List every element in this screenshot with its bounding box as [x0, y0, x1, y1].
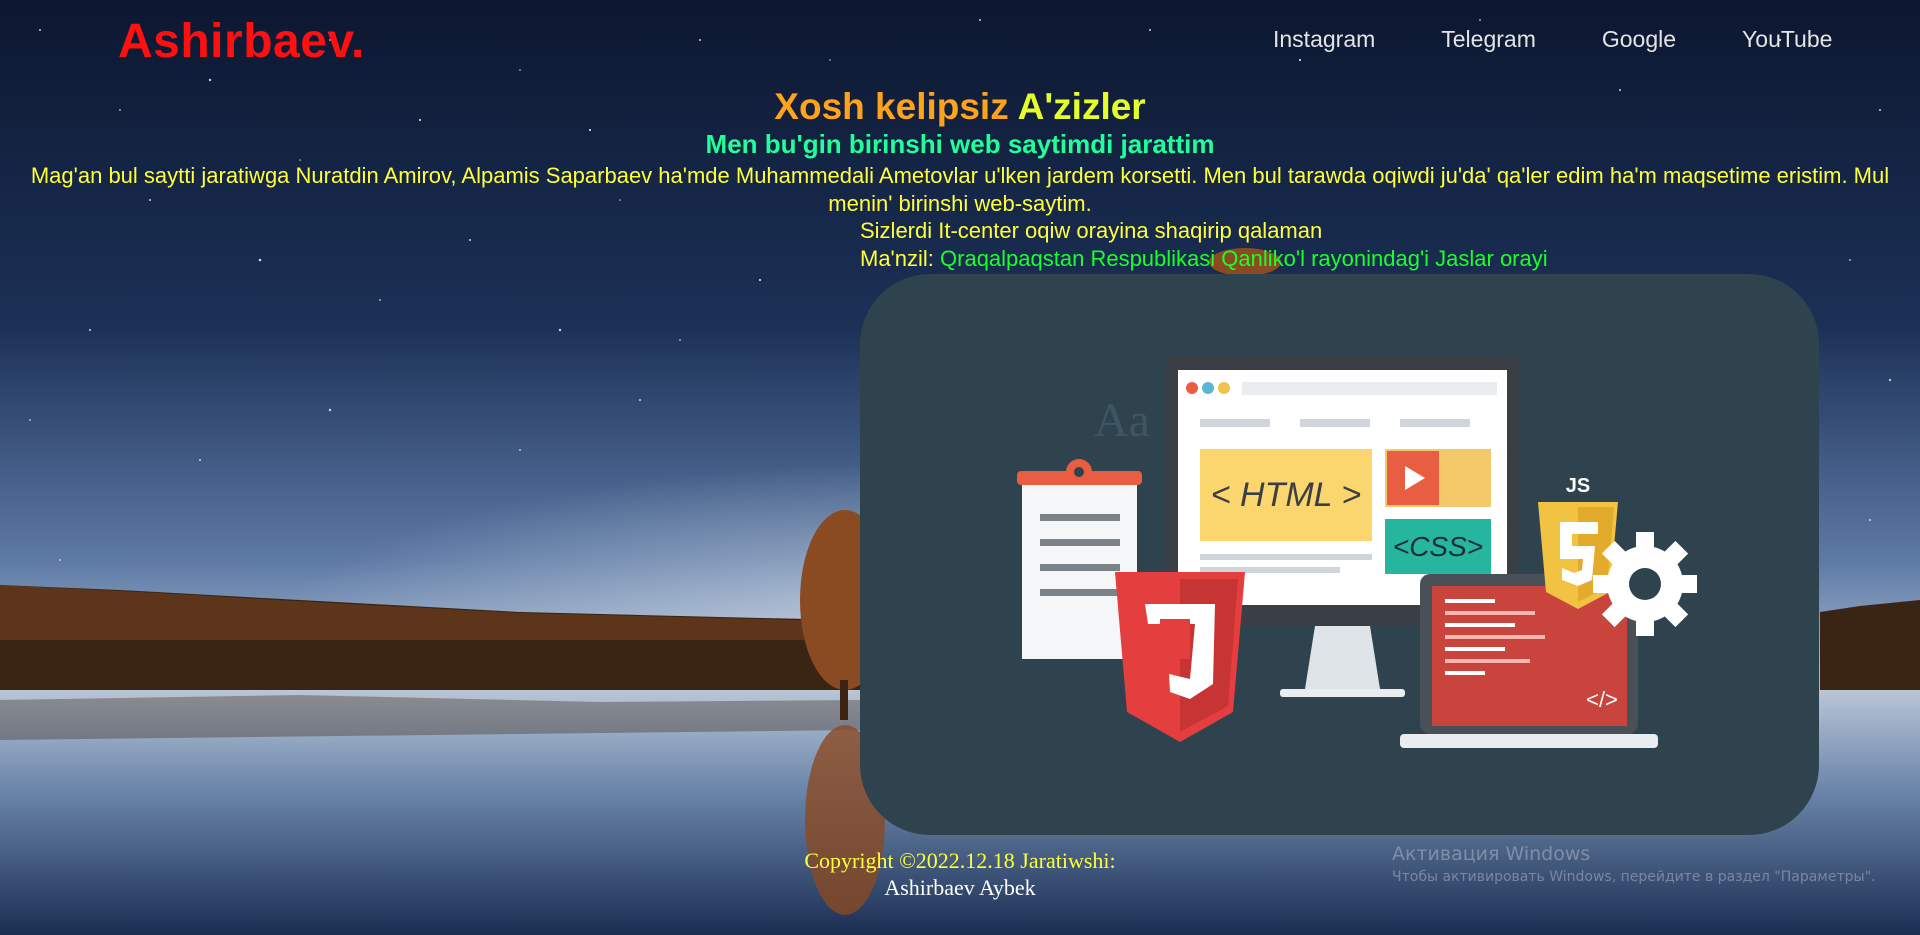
html-label: < HTML > [1211, 476, 1362, 514]
nav-link-youtube[interactable]: YouTube [1709, 26, 1865, 53]
intro-paragraph: Mag'an bul saytti jaratiwga Nuratdin Ami… [30, 163, 1890, 216]
web-dev-illustration: Aa < HTML > <CSS> </> JS [1017, 356, 1697, 748]
code-tag-icon: </> [1586, 687, 1618, 712]
js-label: JS [1566, 475, 1590, 497]
nav-link-telegram[interactable]: Telegram [1408, 26, 1569, 53]
css-label: <CSS> [1393, 531, 1483, 562]
font-glyph-icon: Aa [1094, 394, 1150, 447]
watermark-title: Активация Windows [1392, 843, 1591, 865]
windows-activation-watermark: Активация Windows Чтобы активировать Win… [1392, 843, 1875, 885]
main-nav: Instagram Telegram Google YouTube [1240, 26, 1865, 53]
address-label: Ma'nzil: [860, 246, 934, 271]
welcome-heading: Xosh kelipsiz A'zizler [0, 86, 1920, 128]
html5-shield-icon [1115, 572, 1245, 742]
subtitle: Men bu'gin birinshi web saytimdi jaratti… [705, 129, 1215, 159]
watermark-subtitle: Чтобы активировать Windows, перейдите в … [1392, 869, 1876, 885]
site-logo[interactable]: Ashirbaev. [118, 14, 365, 69]
nav-link-instagram[interactable]: Instagram [1240, 26, 1408, 53]
address-value: Qraqalpaqstan Respublikasi Qanliko'l ray… [940, 246, 1548, 271]
gear-icon [1593, 532, 1697, 636]
web-dev-illustration-card: Aa < HTML > <CSS> </> JS [860, 274, 1819, 835]
welcome-part-2: A'zizler [1017, 86, 1146, 127]
nav-link-google[interactable]: Google [1569, 26, 1709, 53]
invite-text: Sizlerdi It-center oqiw orayina shaqirip… [860, 218, 1323, 243]
address-line: Ma'nzil: Qraqalpaqstan Respublikasi Qanl… [860, 246, 1548, 272]
welcome-part-1: Xosh kelipsiz [774, 86, 1009, 127]
